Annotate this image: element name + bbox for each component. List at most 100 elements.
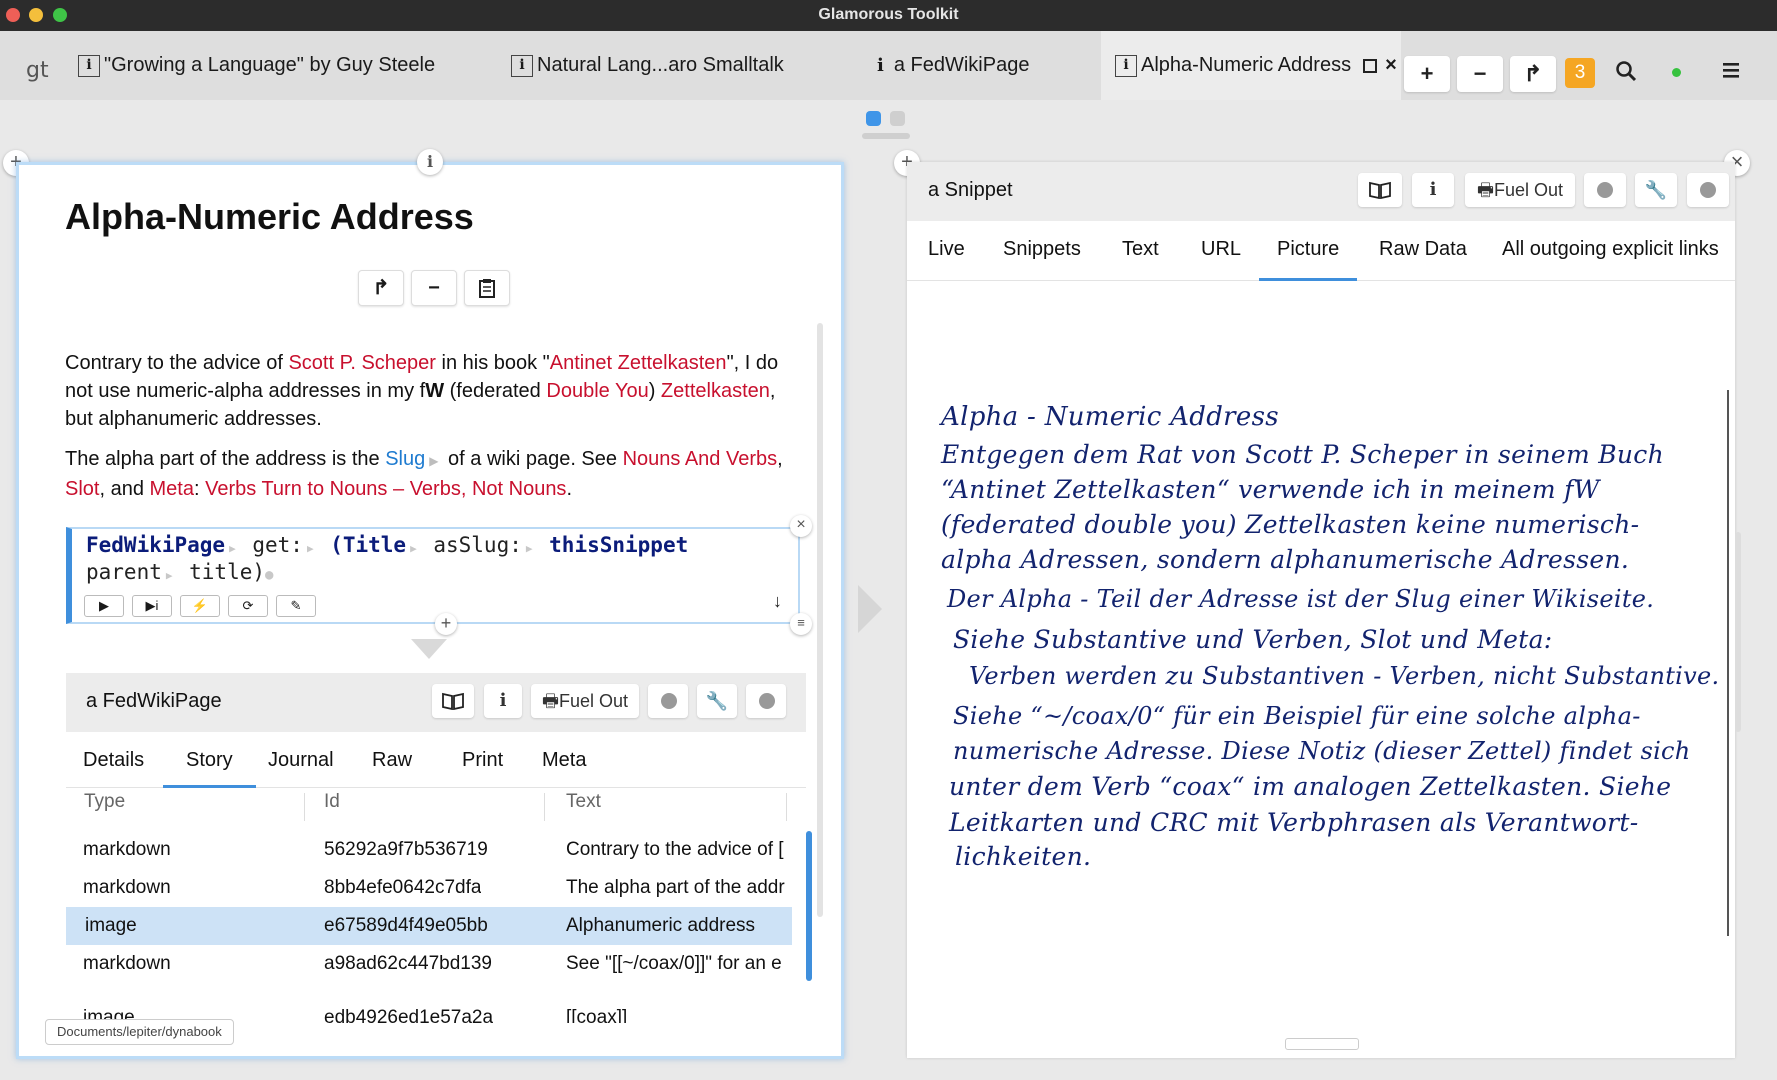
maximize-tab-icon[interactable] <box>1363 58 1378 73</box>
column-header-type[interactable]: Type <box>84 791 125 813</box>
tab-natural-language-smalltalk[interactable]: i Natural Lang...aro Smalltalk <box>511 31 841 100</box>
play-button[interactable]: ▶ <box>84 595 124 617</box>
circle-button[interactable] <box>1687 173 1729 207</box>
close-tab-icon[interactable]: × <box>1385 54 1397 77</box>
book-icon[interactable] <box>432 684 474 718</box>
pager-scrollbar[interactable] <box>862 133 910 139</box>
page-scrollbar[interactable] <box>817 323 823 917</box>
pager-dot[interactable] <box>890 111 905 126</box>
cell-id: a98ad62c447bd139 <box>324 953 493 974</box>
link-verbs-not-nouns[interactable]: Verbs, Not Nouns <box>410 478 567 500</box>
code-token: thisSnippet <box>549 533 689 557</box>
snippet-inspector-header: a Snippet i 🖶Fuel Out 🔧 <box>907 162 1735 221</box>
close-snippet-button[interactable]: × <box>790 515 812 537</box>
link-nouns-and-verbs[interactable]: Nouns And Verbs <box>623 448 778 470</box>
tab-details[interactable]: Details <box>83 732 144 788</box>
expand-triangle-icon[interactable]: ▶ <box>429 454 438 468</box>
play-inspect-button[interactable]: ▶i <box>132 595 172 617</box>
info-icon[interactable]: i <box>1412 173 1454 207</box>
pharo-code-snippet[interactable]: FedWikiPage ▶ get: ▶ (Title ▶ asSlug: ▶ this… <box>66 515 812 624</box>
add-tab-button[interactable]: + <box>1404 56 1450 92</box>
remove-button[interactable]: − <box>1457 56 1503 92</box>
fuel-out-button[interactable]: 🖶Fuel Out <box>1465 173 1575 207</box>
link-double-you[interactable]: Double You <box>546 380 648 402</box>
fuel-out-button[interactable]: 🖶Fuel Out <box>531 684 639 718</box>
circle-button[interactable] <box>648 684 688 718</box>
remove-page-button[interactable]: − <box>411 270 457 306</box>
tab-raw-data[interactable]: Raw Data <box>1379 221 1467 281</box>
table-row[interactable]: markdown 8bb4efe0642c7dfa The alpha part… <box>66 869 792 907</box>
tab-text[interactable]: Text <box>1122 221 1159 281</box>
tab-alpha-numeric-address[interactable]: i Alpha-Numeric Address × <box>1101 31 1401 100</box>
info-icon[interactable]: i <box>484 684 522 718</box>
window-title: Glamorous Toolkit <box>818 6 959 23</box>
tab-journal[interactable]: Journal <box>268 732 334 788</box>
debug-button[interactable]: ⚡ <box>180 595 220 617</box>
tab-meta[interactable]: Meta <box>542 732 586 788</box>
cell-text: [[coax]] <box>566 1007 628 1023</box>
table-row[interactable]: image edb4926ed1e57a2a [[coax]] <box>66 983 792 1023</box>
handwritten-line: Alpha - Numeric Address <box>941 402 1279 432</box>
table-row[interactable]: markdown a98ad62c447bd139 See "[[~/coax/… <box>66 945 792 983</box>
add-snippet-button[interactable]: + <box>435 613 457 635</box>
tab-label: "Growing a Language" by Guy Steele <box>104 54 436 76</box>
wrench-icon[interactable]: 🔧 <box>1635 173 1677 207</box>
handwritten-line: unter dem Verb “coax“ im analogen Zettel… <box>949 772 1672 801</box>
tab-picture[interactable]: Picture <box>1259 221 1358 281</box>
tab-url[interactable]: URL <box>1201 221 1241 281</box>
page-title: Alpha-Numeric Address <box>65 196 474 237</box>
share-button[interactable]: ↱ <box>1510 56 1556 92</box>
tab-growing-a-language[interactable]: i "Growing a Language" by Guy Steele <box>78 31 498 100</box>
info-box-icon: i <box>78 54 100 77</box>
hamburger-menu-icon[interactable] <box>1721 60 1741 86</box>
column-divider[interactable] <box>304 793 305 821</box>
code-line-2[interactable]: parent ▶ title)● <box>86 560 273 584</box>
cell-id: edb4926ed1e57a2a <box>324 1007 494 1023</box>
tab-story[interactable]: Story <box>163 732 256 788</box>
expand-down-icon[interactable]: ↓ <box>773 591 782 612</box>
notification-badge[interactable]: 3 <box>1565 58 1595 88</box>
clipboard-icon <box>479 279 495 298</box>
gt-logo[interactable]: gt <box>26 58 49 83</box>
column-divider[interactable] <box>786 793 787 821</box>
table-row-selected[interactable]: image e67589d4f49e05bb Alphanumeric addr… <box>66 907 792 945</box>
fuel-out-label: Fuel Out <box>1493 180 1564 200</box>
link-slot[interactable]: Slot <box>65 478 99 500</box>
book-icon[interactable] <box>1358 173 1402 207</box>
clipboard-button[interactable] <box>464 270 510 306</box>
code-line-1[interactable]: FedWikiPage ▶ get: ▶ (Title ▶ asSlug: ▶ this… <box>86 533 688 557</box>
link-zettelkasten[interactable]: Zettelkasten <box>661 380 770 402</box>
handwritten-line: alpha Adressen, sondern alphanumerische … <box>941 545 1630 574</box>
circle-button[interactable] <box>746 684 786 718</box>
tab-fedwikipage[interactable]: i a FedWikiPage <box>877 31 1087 100</box>
link-verbs-turn-to-nouns[interactable]: Verbs Turn to Nouns <box>205 478 387 500</box>
info-icon[interactable]: i <box>417 149 443 175</box>
handwritten-line: “Antinet Zettelkasten“ verwende ich in m… <box>941 475 1600 504</box>
column-header-text[interactable]: Text <box>566 791 601 813</box>
circle-button[interactable] <box>1584 173 1626 207</box>
horizontal-scrollbar[interactable] <box>1285 1038 1359 1050</box>
share-page-button[interactable]: ↱ <box>358 270 404 306</box>
tab-raw[interactable]: Raw <box>372 732 412 788</box>
edit-button[interactable]: ✎ <box>276 595 316 617</box>
column-divider[interactable] <box>544 793 545 821</box>
search-icon[interactable] <box>1615 60 1637 88</box>
link-scott-p-scheper[interactable]: Scott P. Scheper <box>288 352 436 374</box>
wrench-icon[interactable]: 🔧 <box>697 684 737 718</box>
pager-dot-active[interactable] <box>866 111 881 126</box>
refresh-button[interactable]: ⟳ <box>228 595 268 617</box>
link-slug[interactable]: Slug <box>385 448 425 470</box>
handwritten-line: numerische Adresse. Diese Notiz (dieser … <box>953 737 1691 765</box>
tab-all-outgoing-explicit-links[interactable]: All outgoing explicit links <box>1502 221 1719 281</box>
tab-snippets[interactable]: Snippets <box>1003 221 1081 281</box>
table-row[interactable]: markdown 56292a9f7b536719 Contrary to th… <box>66 831 792 869</box>
tab-live[interactable]: Live <box>928 221 965 281</box>
picture-scrollbar[interactable] <box>1735 532 1741 732</box>
code-token: asSlug: <box>433 533 522 557</box>
link-meta[interactable]: Meta <box>150 478 194 500</box>
link-antinet-zettelkasten[interactable]: Antinet Zettelkasten <box>550 352 727 374</box>
tab-print[interactable]: Print <box>462 732 503 788</box>
column-header-id[interactable]: Id <box>324 791 340 813</box>
snippet-menu-icon[interactable]: ≡ <box>790 613 812 635</box>
table-scrollbar[interactable] <box>806 831 812 981</box>
